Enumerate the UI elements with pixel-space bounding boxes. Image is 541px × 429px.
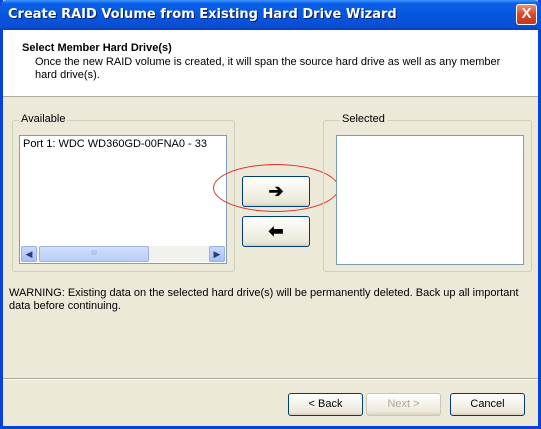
list-item[interactable]: Port 1: WDC WD360GD-00FNA0 - 33: [23, 138, 207, 150]
available-listbox[interactable]: Port 1: WDC WD360GD-00FNA0 - 33 ◀ III ▶: [19, 135, 227, 264]
available-label: Available: [19, 113, 68, 125]
scroll-left-icon[interactable]: ◀: [21, 246, 37, 262]
title-bar[interactable]: Create RAID Volume from Existing Hard Dr…: [0, 0, 541, 30]
wizard-header: Select Member Hard Drive(s) Once the new…: [3, 30, 538, 97]
cancel-button[interactable]: Cancel: [450, 393, 525, 416]
add-drive-button[interactable]: ➔: [242, 176, 310, 207]
close-icon: X: [521, 5, 532, 22]
warning-text: WARNING: Existing data on the selected h…: [9, 287, 519, 312]
wizard-window: Create RAID Volume from Existing Hard Dr…: [0, 0, 541, 429]
selected-label: Selected: [340, 113, 387, 125]
scroll-right-icon[interactable]: ▶: [209, 246, 225, 262]
footer-divider: [3, 378, 538, 380]
remove-drive-button[interactable]: ⬅: [242, 216, 310, 247]
window-title: Create RAID Volume from Existing Hard Dr…: [8, 7, 397, 22]
scroll-thumb[interactable]: III: [39, 246, 149, 262]
selected-listbox[interactable]: [336, 135, 524, 265]
selected-group: Selected: [323, 113, 532, 272]
page-title: Select Member Hard Drive(s): [22, 42, 172, 54]
page-description: Once the new RAID volume is created, it …: [35, 56, 501, 81]
back-button[interactable]: < Back: [288, 393, 363, 416]
close-button[interactable]: X: [516, 4, 537, 25]
horizontal-scrollbar[interactable]: ◀ III ▶: [21, 246, 225, 262]
available-group: Available Port 1: WDC WD360GD-00FNA0 - 3…: [12, 113, 235, 272]
next-button[interactable]: Next >: [366, 393, 441, 416]
